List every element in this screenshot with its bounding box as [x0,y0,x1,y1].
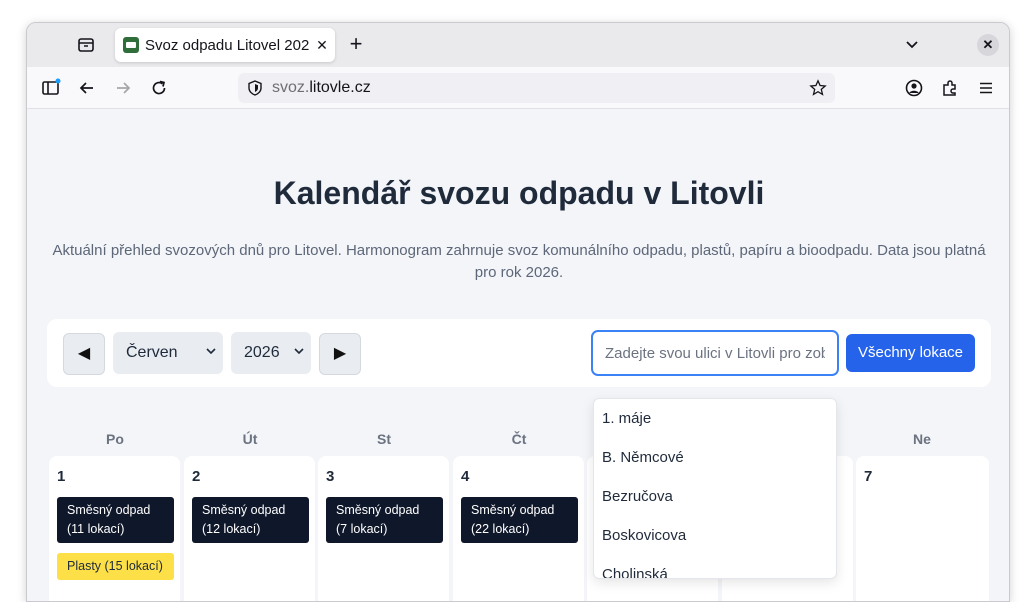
nav-bar: svoz.litovle.cz [27,67,1009,109]
month-select[interactable]: Červen [113,332,223,374]
street-option[interactable]: 1. máje [594,399,836,438]
weekday-header: Ne [913,431,931,447]
tab-bar: Svoz odpadu Litovel 2026 ✕ + ✕ [27,23,1009,67]
weekday-header: Út [242,431,258,447]
browser-window: Svoz odpadu Litovel 2026 ✕ + ✕ svoz.lito… [26,22,1010,602]
event-mixed-waste[interactable]: Směsný odpad (22 lokací) [461,497,578,543]
weekday-header: Po [106,431,124,447]
street-search-input[interactable] [591,330,839,376]
day-cell[interactable]: 3 Směsný odpad (7 lokací) [318,456,449,601]
street-option[interactable]: Bezručova [594,477,836,516]
bookmark-star-icon[interactable] [809,79,827,97]
chevron-down-icon [294,348,304,355]
event-mixed-waste[interactable]: Směsný odpad (7 lokací) [326,497,443,543]
month-select-value: Červen [126,344,178,361]
tab-overview-icon[interactable] [75,34,97,56]
street-option[interactable]: B. Němcové [594,438,836,477]
day-number: 7 [864,468,873,485]
day-number: 4 [461,468,470,485]
street-option[interactable]: Cholinská [594,555,836,578]
url-domain: litovle.cz [309,79,371,96]
event-plastics[interactable]: Plasty (15 lokací) [57,553,174,580]
tab-title: Svoz odpadu Litovel 2026 [145,37,309,54]
menu-icon[interactable] [975,77,997,99]
back-arrow-icon[interactable] [76,77,98,99]
extensions-icon[interactable] [939,77,961,99]
tab-close-icon[interactable]: ✕ [313,36,331,54]
year-select[interactable]: 2026 [231,332,311,374]
sidebar-icon[interactable] [40,77,62,99]
url-text: svoz.litovle.cz [272,79,371,97]
event-mixed-waste[interactable]: Směsný odpad (11 lokací) [57,497,174,543]
account-icon[interactable] [903,77,925,99]
day-number: 3 [326,468,335,485]
day-cell[interactable]: 1 Směsný odpad (11 lokací) Plasty (15 lo… [49,456,180,601]
street-option[interactable]: Boskovicova [594,516,836,555]
day-cell[interactable]: 7 [856,456,989,601]
street-autocomplete-dropdown: 1. máje B. Němcové Bezručova Boskovicova… [593,398,837,579]
page-content: Kalendář svozu odpadu v Litovli Aktuální… [27,109,1009,601]
active-tab[interactable]: Svoz odpadu Litovel 2026 ✕ [115,28,335,62]
url-bar[interactable]: svoz.litovle.cz [238,73,835,103]
forward-arrow-icon [112,77,134,99]
weekday-header: Čt [511,431,527,447]
event-mixed-waste[interactable]: Směsný odpad (12 lokací) [192,497,309,543]
all-locations-button[interactable]: Všechny lokace [846,334,975,372]
chevron-down-icon[interactable] [901,34,923,56]
weekday-header: St [377,431,391,447]
next-month-button[interactable]: ▶ [319,333,361,375]
window-close-button[interactable]: ✕ [977,34,999,56]
day-number: 1 [57,468,66,485]
truck-favicon-icon [123,37,139,53]
shield-icon[interactable] [246,79,264,97]
day-cell[interactable]: 2 Směsný odpad (12 lokací) [184,456,315,601]
page-title: Kalendář svozu odpadu v Litovli [273,175,765,211]
day-cell[interactable]: 4 Směsný odpad (22 lokací) [453,456,584,601]
reload-icon[interactable] [148,77,170,99]
prev-month-button[interactable]: ◀ [63,333,105,375]
page-description: Aktuální přehled svozových dnů pro Litov… [52,242,986,281]
day-number: 2 [192,468,201,485]
calendar-controls: ◀ Červen 2026 ▶ Všechny lokace [47,319,991,387]
year-select-value: 2026 [244,344,280,361]
url-subdomain: svoz. [272,79,310,96]
chevron-down-icon [206,348,216,355]
new-tab-button[interactable]: + [345,33,367,56]
